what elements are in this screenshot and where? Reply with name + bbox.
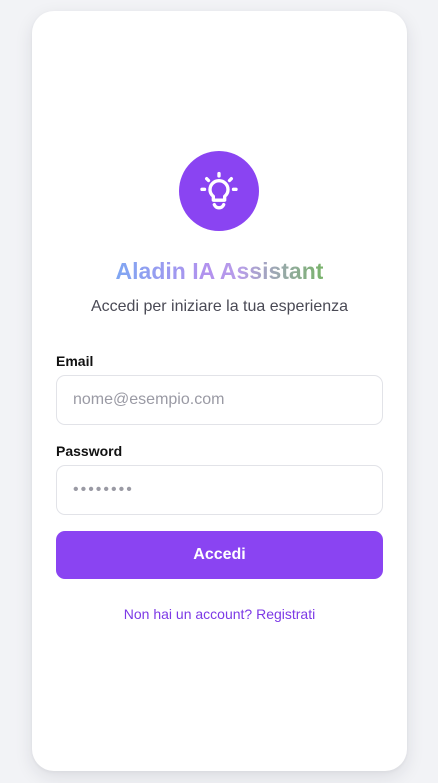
app-title: Aladin IA Assistant: [32, 257, 407, 285]
app-logo: [179, 151, 259, 231]
password-label: Password: [56, 443, 123, 459]
email-field[interactable]: [56, 375, 383, 425]
page-subtitle: Accedi per iniziare la tua esperienza: [90, 298, 349, 315]
login-card: Aladin IA Assistant Accedi per iniziare …: [32, 11, 407, 771]
email-label: Email: [56, 353, 94, 369]
register-link[interactable]: Non hai un account? Registrati: [32, 605, 407, 623]
password-field[interactable]: [56, 465, 383, 515]
login-button[interactable]: Accedi: [56, 531, 383, 579]
lightbulb-icon: [200, 171, 238, 210]
app-title-text: Aladin IA Assistant: [115, 258, 324, 284]
